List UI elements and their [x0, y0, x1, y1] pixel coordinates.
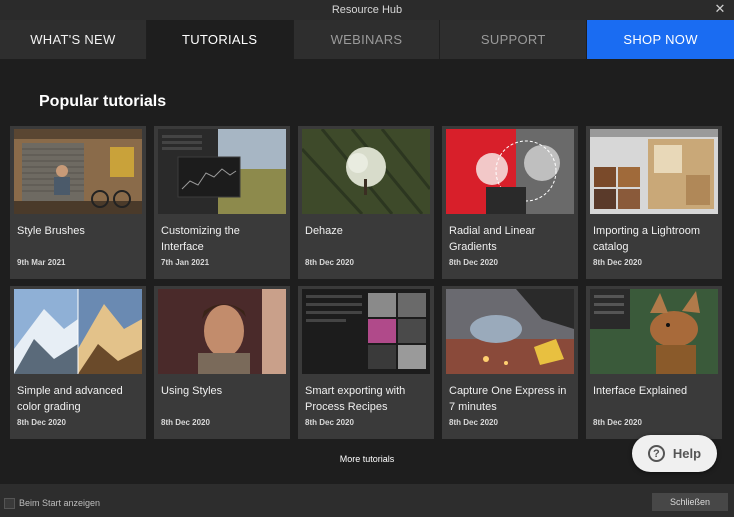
tutorial-thumbnail	[14, 289, 142, 374]
more-tutorials-row: More tutorials	[0, 454, 734, 464]
tutorial-title: Style Brushes	[17, 225, 85, 237]
tutorials-panel: Popular tutorials Style Brushes 9th Mar …	[0, 59, 734, 484]
tutorial-title: Dehaze	[305, 225, 343, 237]
tab-shop-now[interactable]: SHOP NOW	[587, 20, 734, 59]
tutorial-card[interactable]: Simple and advanced color grading 8th De…	[10, 286, 146, 439]
tutorial-thumbnail	[302, 289, 430, 374]
tutorial-thumbnail	[14, 129, 142, 214]
title-bar: Resource Hub ✕	[0, 0, 734, 20]
tutorial-card[interactable]: Interface Explained 8th Dec 2020	[586, 286, 722, 439]
tutorial-title: Using Styles	[161, 385, 223, 397]
tutorial-date: 9th Mar 2021	[17, 258, 66, 267]
tutorial-date: 8th Dec 2020	[593, 258, 642, 267]
tutorial-date: 7th Jan 2021	[161, 258, 210, 267]
tutorial-thumbnail	[446, 289, 574, 374]
tutorial-thumbnail	[158, 289, 286, 374]
tab-tutorials[interactable]: TUTORIALS	[146, 20, 294, 59]
tab-webinars[interactable]: WEBINARS	[293, 20, 441, 59]
tutorial-title: Interface Explained	[593, 385, 688, 397]
footer: Beim Start anzeigen Schließen	[0, 484, 734, 517]
tutorial-card[interactable]: Importing a Lightroom catalog 8th Dec 20…	[586, 126, 722, 279]
tutorial-date: 8th Dec 2020	[449, 418, 498, 427]
tutorial-card[interactable]: Capture One Express in 7 minutes 8th Dec…	[442, 286, 578, 439]
tutorial-date: 8th Dec 2020	[449, 258, 498, 267]
tutorial-card[interactable]: Using Styles 8th Dec 2020	[154, 286, 290, 439]
tutorial-title: Importing a Lightroom catalog	[593, 225, 700, 253]
window-title: Resource Hub	[331, 4, 403, 16]
close-button[interactable]: Schließen	[652, 493, 728, 511]
tutorial-title: Customizing the Interface	[161, 225, 240, 253]
tab-whats-new[interactable]: WHAT'S NEW	[0, 20, 147, 59]
more-tutorials-link[interactable]: More tutorials	[340, 454, 395, 464]
tutorial-thumbnail	[590, 289, 718, 374]
tutorial-title: Radial and Linear Gradients	[449, 225, 536, 253]
tutorial-thumbnail	[158, 129, 286, 214]
close-icon[interactable]: ✕	[713, 2, 727, 16]
tab-bar: WHAT'S NEW TUTORIALS WEBINARS SUPPORT SH…	[0, 20, 734, 59]
tutorial-card[interactable]: Style Brushes 9th Mar 2021	[10, 126, 146, 279]
tutorial-thumbnail	[590, 129, 718, 214]
tutorial-date: 8th Dec 2020	[305, 258, 354, 267]
help-label: Help	[672, 446, 702, 461]
tutorial-date: 8th Dec 2020	[17, 418, 66, 427]
tutorial-title: Simple and advanced color grading	[17, 385, 123, 413]
show-at-startup-label: Beim Start anzeigen	[19, 498, 101, 508]
tutorial-thumbnail	[302, 129, 430, 214]
tutorial-date: 8th Dec 2020	[305, 418, 354, 427]
tutorial-card[interactable]: Customizing the Interface 7th Jan 2021	[154, 126, 290, 279]
tutorial-thumbnail	[446, 129, 574, 214]
page-title: Popular tutorials	[39, 93, 167, 110]
help-button[interactable]: ? Help	[632, 435, 717, 472]
tutorial-date: 8th Dec 2020	[593, 418, 642, 427]
tutorial-title: Smart exporting with Process Recipes	[305, 385, 406, 413]
question-circle-icon: ?	[647, 445, 665, 462]
tutorial-card[interactable]: Smart exporting with Process Recipes 8th…	[298, 286, 434, 439]
tutorial-title: Capture One Express in 7 minutes	[449, 385, 567, 413]
tutorial-date: 8th Dec 2020	[161, 418, 210, 427]
show-at-startup-checkbox[interactable]	[4, 498, 15, 509]
tutorial-card[interactable]: Dehaze 8th Dec 2020	[298, 126, 434, 279]
tutorial-card[interactable]: Radial and Linear Gradients 8th Dec 2020	[442, 126, 578, 279]
tab-support[interactable]: SUPPORT	[440, 20, 588, 59]
